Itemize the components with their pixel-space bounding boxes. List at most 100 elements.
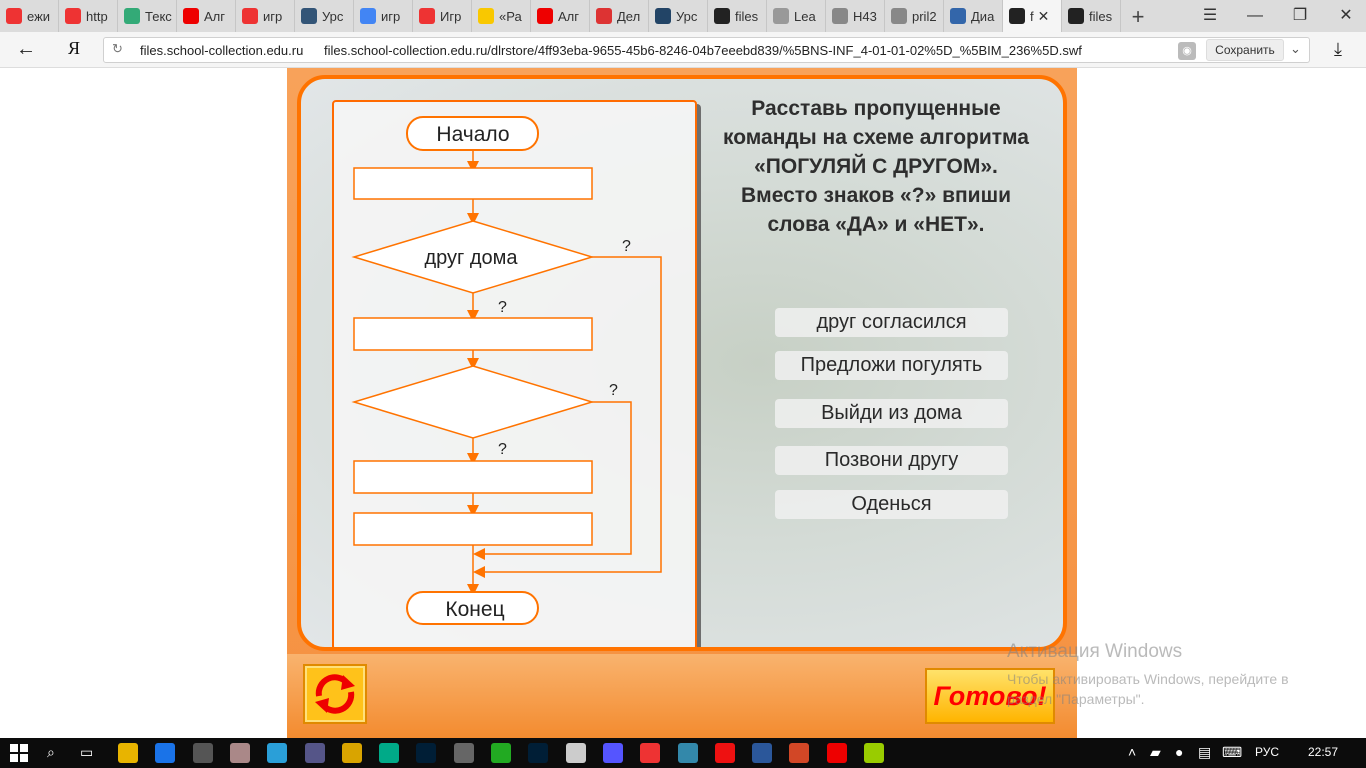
tab-label: Урс [322, 8, 344, 24]
new-tab-button[interactable]: + [1126, 4, 1150, 30]
tab-label: pril2 [912, 8, 937, 24]
taskbar-app4-icon[interactable] [229, 743, 250, 763]
clock[interactable]: 22:57 [1308, 745, 1338, 759]
option-call-friend[interactable]: Позвони другу [775, 446, 1008, 475]
option-get-dressed[interactable]: Оденься [775, 490, 1008, 519]
browser-tab[interactable]: Алг [531, 0, 590, 32]
watermark-text: Чтобы активировать Windows, перейдите в … [1007, 669, 1289, 709]
reload-icon[interactable]: ↻ [112, 41, 123, 57]
tab-favicon-icon [596, 8, 612, 24]
taskbar-app21-icon[interactable] [864, 743, 884, 763]
close-window-button[interactable]: ✕ [1336, 6, 1356, 26]
language-indicator[interactable]: РУС [1255, 745, 1279, 759]
browser-tab[interactable]: игр [236, 0, 295, 32]
tab-favicon-icon [891, 8, 907, 24]
tab-label: Текс [145, 8, 172, 24]
yandex-logo-icon[interactable]: Я [68, 38, 80, 59]
keyboard-icon[interactable]: ⌨ [1222, 744, 1242, 761]
taskbar-app8-icon[interactable] [379, 743, 400, 763]
browser-tab[interactable]: Текс [118, 0, 177, 32]
browser-tab[interactable]: files [1062, 0, 1121, 32]
download-icon[interactable]: ⤓ [1334, 39, 1342, 60]
taskbar-photoshop1-icon[interactable] [416, 743, 437, 763]
condition-1-label: друг дома [424, 247, 518, 269]
question-mark-2[interactable]: ? [498, 299, 507, 316]
browser-tab[interactable]: Lea [767, 0, 826, 32]
chevron-down-icon[interactable]: ⌄ [1290, 41, 1301, 57]
taskbar-app13-icon[interactable] [565, 743, 586, 763]
menu-icon[interactable]: ☰ [1200, 6, 1220, 26]
browser-tab[interactable]: H43 [826, 0, 885, 32]
browser-tab[interactable]: f ✕ [1003, 0, 1062, 32]
url-field[interactable]: ↻ files.school-collection.edu.ru files.s… [103, 37, 1310, 63]
browser-tab[interactable]: игр [354, 0, 413, 32]
browser-tab[interactable]: Диа [944, 0, 1003, 32]
tab-close-icon[interactable]: ✕ [1038, 8, 1050, 25]
condition-diamond-2[interactable] [351, 365, 595, 439]
browser-tab[interactable]: http [59, 0, 118, 32]
browser-tab[interactable]: pril2 [885, 0, 944, 32]
question-mark-1[interactable]: ? [622, 238, 631, 255]
chevron-up-icon[interactable]: ˄ [1128, 744, 1136, 760]
tab-label: f [1030, 8, 1034, 24]
taskbar-app16-icon[interactable] [677, 743, 698, 763]
command-slot-4[interactable] [353, 512, 593, 546]
taskbar-app14-icon[interactable] [602, 743, 623, 763]
taskbar-word-icon[interactable] [752, 743, 773, 763]
taskbar-opera-icon[interactable] [714, 743, 735, 763]
question-mark-4[interactable]: ? [498, 441, 507, 458]
question-mark-3[interactable]: ? [609, 382, 618, 399]
taskbar-explorer-icon[interactable] [118, 743, 138, 763]
refresh-button[interactable] [303, 664, 367, 724]
taskbar-yandex-browser-icon[interactable] [640, 743, 661, 763]
taskbar-app11-icon[interactable] [491, 743, 511, 763]
back-arrow-icon[interactable]: ← [16, 38, 36, 61]
taskbar-photoshop2-icon[interactable] [528, 743, 549, 763]
watermark-line-2: раздел "Параметры". [1007, 691, 1145, 707]
translate-icon[interactable]: ◉ [1178, 42, 1196, 60]
app-tray-icon[interactable]: ● [1175, 744, 1183, 760]
taskbar-app5-icon[interactable] [267, 743, 288, 763]
tab-favicon-icon [183, 8, 199, 24]
taskbar-app10-icon[interactable] [453, 743, 474, 763]
task-line: Вместо знаков «?» впиши [741, 184, 1011, 207]
taskbar-edge-icon[interactable] [155, 743, 176, 763]
tab-label: H43 [853, 8, 877, 24]
taskbar-powerpoint-icon[interactable] [789, 743, 810, 763]
save-button[interactable]: Сохранить [1206, 39, 1284, 61]
command-slot-2[interactable] [353, 317, 593, 351]
activation-watermark: Активация Windows Чтобы активировать Win… [1007, 641, 1289, 709]
windows-start-icon[interactable] [10, 744, 28, 762]
command-slot-1[interactable] [353, 167, 593, 200]
tab-label: «Ра [499, 8, 522, 24]
taskbar-acrobat-icon[interactable] [826, 743, 847, 763]
browser-tab[interactable]: files [708, 0, 767, 32]
taskbar-store-icon[interactable] [192, 743, 213, 763]
minimize-button[interactable]: — [1245, 6, 1265, 26]
tab-favicon-icon [478, 8, 494, 24]
browser-tab[interactable]: Игр [413, 0, 472, 32]
tab-favicon-icon [1068, 8, 1084, 24]
option-friend-agreed[interactable]: друг согласился [775, 308, 1008, 337]
tab-favicon-icon [124, 8, 140, 24]
option-leave-home[interactable]: Выйди из дома [775, 399, 1008, 428]
url-text[interactable]: files.school-collection.edu.ru/dlrstore/… [324, 43, 1082, 58]
restore-button[interactable]: ❐ [1290, 6, 1310, 26]
notification-icon[interactable]: ▤ [1198, 744, 1211, 761]
task-view-icon[interactable]: ▭ [80, 744, 93, 761]
browser-tab[interactable]: Алг [177, 0, 236, 32]
browser-tab[interactable]: «Ра [472, 0, 531, 32]
tab-label: игр [381, 8, 401, 24]
task-line: Расставь пропущенные [751, 97, 1001, 120]
browser-tab[interactable]: Урс [649, 0, 708, 32]
command-slot-3[interactable] [353, 460, 593, 494]
browser-tab[interactable]: ежи [0, 0, 59, 32]
tab-favicon-icon [65, 8, 81, 24]
browser-tab[interactable]: Дел [590, 0, 649, 32]
taskbar-app7-icon[interactable] [341, 743, 362, 763]
search-icon[interactable]: ⌕ [47, 744, 55, 761]
network-icon[interactable]: ▰ [1150, 744, 1161, 761]
option-offer-walk[interactable]: Предложи погулять [775, 351, 1008, 380]
browser-tab[interactable]: Урс [295, 0, 354, 32]
taskbar-app6-icon[interactable] [304, 743, 325, 763]
